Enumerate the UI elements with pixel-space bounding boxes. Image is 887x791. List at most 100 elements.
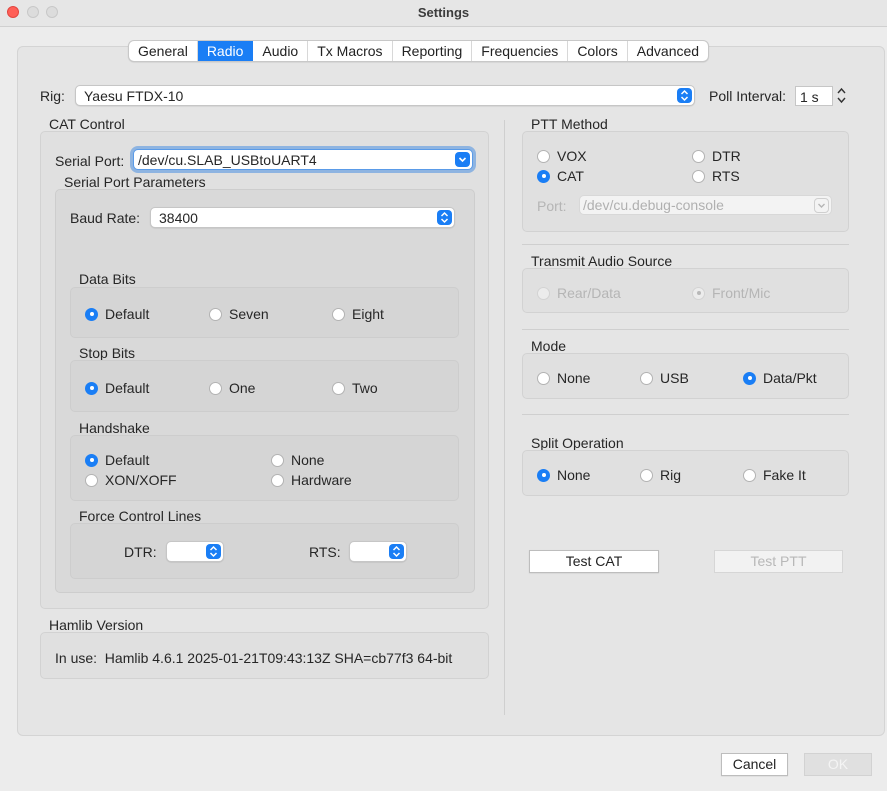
data-bits-seven-radio[interactable]: Seven bbox=[209, 306, 269, 322]
serial-params-title: Serial Port Parameters bbox=[64, 174, 206, 190]
tab-audio[interactable]: Audio bbox=[253, 41, 309, 61]
handshake-none-radio[interactable]: None bbox=[271, 452, 324, 468]
section-separator bbox=[522, 244, 849, 245]
cat-control-title: CAT Control bbox=[49, 116, 125, 132]
radio-label: DTR bbox=[712, 148, 741, 164]
ptt-method-title: PTT Method bbox=[531, 116, 608, 132]
radio-label: Hardware bbox=[291, 472, 352, 488]
mode-usb-radio[interactable]: USB bbox=[640, 370, 689, 386]
stop-bits-two-radio[interactable]: Two bbox=[332, 380, 378, 396]
dtr-select[interactable] bbox=[166, 541, 224, 562]
radio-label: Fake It bbox=[763, 467, 806, 483]
tab-colors[interactable]: Colors bbox=[568, 41, 628, 61]
stop-bits-one-radio[interactable]: One bbox=[209, 380, 255, 396]
radio-label: USB bbox=[660, 370, 689, 386]
radio-label: XON/XOFF bbox=[105, 472, 177, 488]
chevron-down-icon bbox=[455, 152, 470, 167]
radio-label: Eight bbox=[352, 306, 384, 322]
poll-interval-field[interactable]: 1 s bbox=[795, 86, 833, 106]
ptt-port-label: Port: bbox=[537, 198, 567, 214]
rts-select[interactable] bbox=[349, 541, 407, 562]
stepper-arrows-icon bbox=[837, 87, 846, 104]
rts-label: RTS: bbox=[309, 544, 341, 560]
rig-select[interactable]: Yaesu FTDX-10 bbox=[75, 85, 695, 106]
radio-label: None bbox=[557, 467, 591, 483]
poll-interval-stepper[interactable] bbox=[835, 85, 848, 106]
tx-audio-rear-radio[interactable]: Rear/Data bbox=[537, 285, 621, 301]
radio-label: Default bbox=[105, 452, 150, 468]
ptt-vox-radio[interactable]: VOX bbox=[537, 148, 587, 164]
ptt-rts-radio[interactable]: RTS bbox=[692, 168, 740, 184]
radio-selected-icon bbox=[692, 286, 705, 300]
data-bits-default-radio[interactable]: Default bbox=[85, 306, 149, 322]
handshake-default-radio[interactable]: Default bbox=[85, 452, 149, 468]
radio-label: RTS bbox=[712, 168, 740, 184]
tab-tx-macros[interactable]: Tx Macros bbox=[308, 41, 393, 61]
radio-label: Seven bbox=[229, 306, 269, 322]
split-fakeit-radio[interactable]: Fake It bbox=[743, 467, 806, 483]
tab-frequencies[interactable]: Frequencies bbox=[472, 41, 569, 61]
hamlib-version-title: Hamlib Version bbox=[49, 617, 144, 633]
rig-label: Rig: bbox=[40, 88, 65, 104]
handshake-xonxoff-radio[interactable]: XON/XOFF bbox=[85, 472, 177, 488]
mode-none-radio[interactable]: None bbox=[537, 370, 590, 386]
test-ptt-button[interactable]: Test PTT bbox=[714, 550, 843, 573]
radio-selected-icon bbox=[537, 169, 550, 183]
ptt-cat-radio[interactable]: CAT bbox=[537, 168, 584, 184]
test-cat-button[interactable]: Test CAT bbox=[529, 550, 659, 573]
serial-port-value: /dev/cu.SLAB_USBtoUART4 bbox=[138, 152, 317, 168]
hamlib-version-text: In use: Hamlib 4.6.1 2025-01-21T09:43:13… bbox=[55, 650, 453, 666]
tab-advanced[interactable]: Advanced bbox=[628, 41, 708, 61]
ptt-port-select[interactable]: /dev/cu.debug-console bbox=[579, 195, 832, 215]
radio-label: Rear/Data bbox=[557, 285, 621, 301]
radio-icon bbox=[332, 307, 345, 321]
tab-radio[interactable]: Radio bbox=[197, 41, 254, 61]
radio-label: Rig bbox=[660, 467, 682, 483]
radio-icon bbox=[332, 381, 345, 395]
ptt-dtr-radio[interactable]: DTR bbox=[692, 148, 741, 164]
tx-audio-title: Transmit Audio Source bbox=[531, 253, 673, 269]
split-rig-radio[interactable]: Rig bbox=[640, 467, 681, 483]
chevron-updown-icon bbox=[389, 544, 404, 559]
window-title: Settings bbox=[417, 5, 470, 20]
force-control-title: Force Control Lines bbox=[79, 508, 202, 524]
radio-icon bbox=[271, 453, 284, 467]
radio-icon bbox=[743, 468, 756, 482]
poll-interval-value: 1 s bbox=[800, 89, 819, 105]
column-divider bbox=[504, 120, 505, 715]
split-none-radio[interactable]: None bbox=[537, 467, 590, 483]
baud-rate-select[interactable]: 38400 bbox=[150, 207, 455, 228]
radio-selected-icon bbox=[537, 468, 550, 482]
split-operation-title: Split Operation bbox=[531, 435, 624, 451]
tab-reporting[interactable]: Reporting bbox=[393, 41, 473, 61]
radio-icon bbox=[640, 371, 653, 385]
mode-title: Mode bbox=[531, 338, 567, 354]
stop-bits-default-radio[interactable]: Default bbox=[85, 380, 149, 396]
cancel-button[interactable]: Cancel bbox=[721, 753, 788, 776]
section-separator bbox=[522, 329, 849, 330]
radio-selected-icon bbox=[743, 371, 756, 385]
mode-datapkt-radio[interactable]: Data/Pkt bbox=[743, 370, 817, 386]
ok-button[interactable]: OK bbox=[804, 753, 872, 776]
radio-icon bbox=[692, 149, 705, 163]
radio-label: CAT bbox=[557, 168, 584, 184]
radio-selected-icon bbox=[85, 381, 98, 395]
dtr-label: DTR: bbox=[124, 544, 157, 560]
radio-label: Default bbox=[105, 380, 150, 396]
ptt-port-value: /dev/cu.debug-console bbox=[583, 197, 724, 213]
tab-general[interactable]: General bbox=[129, 41, 198, 61]
radio-selected-icon bbox=[85, 307, 98, 321]
chevron-updown-icon bbox=[206, 544, 221, 559]
baud-rate-value: 38400 bbox=[159, 210, 198, 226]
radio-label: One bbox=[229, 380, 256, 396]
chevron-updown-icon bbox=[677, 88, 692, 103]
tx-audio-front-radio[interactable]: Front/Mic bbox=[692, 285, 770, 301]
chevron-down-icon bbox=[814, 198, 829, 213]
handshake-hardware-radio[interactable]: Hardware bbox=[271, 472, 352, 488]
radio-icon bbox=[692, 169, 705, 183]
radio-label: None bbox=[291, 452, 325, 468]
serial-port-select[interactable]: /dev/cu.SLAB_USBtoUART4 bbox=[133, 149, 473, 170]
radio-label: VOX bbox=[557, 148, 587, 164]
data-bits-eight-radio[interactable]: Eight bbox=[332, 306, 384, 322]
rig-select-value: Yaesu FTDX-10 bbox=[84, 88, 184, 104]
